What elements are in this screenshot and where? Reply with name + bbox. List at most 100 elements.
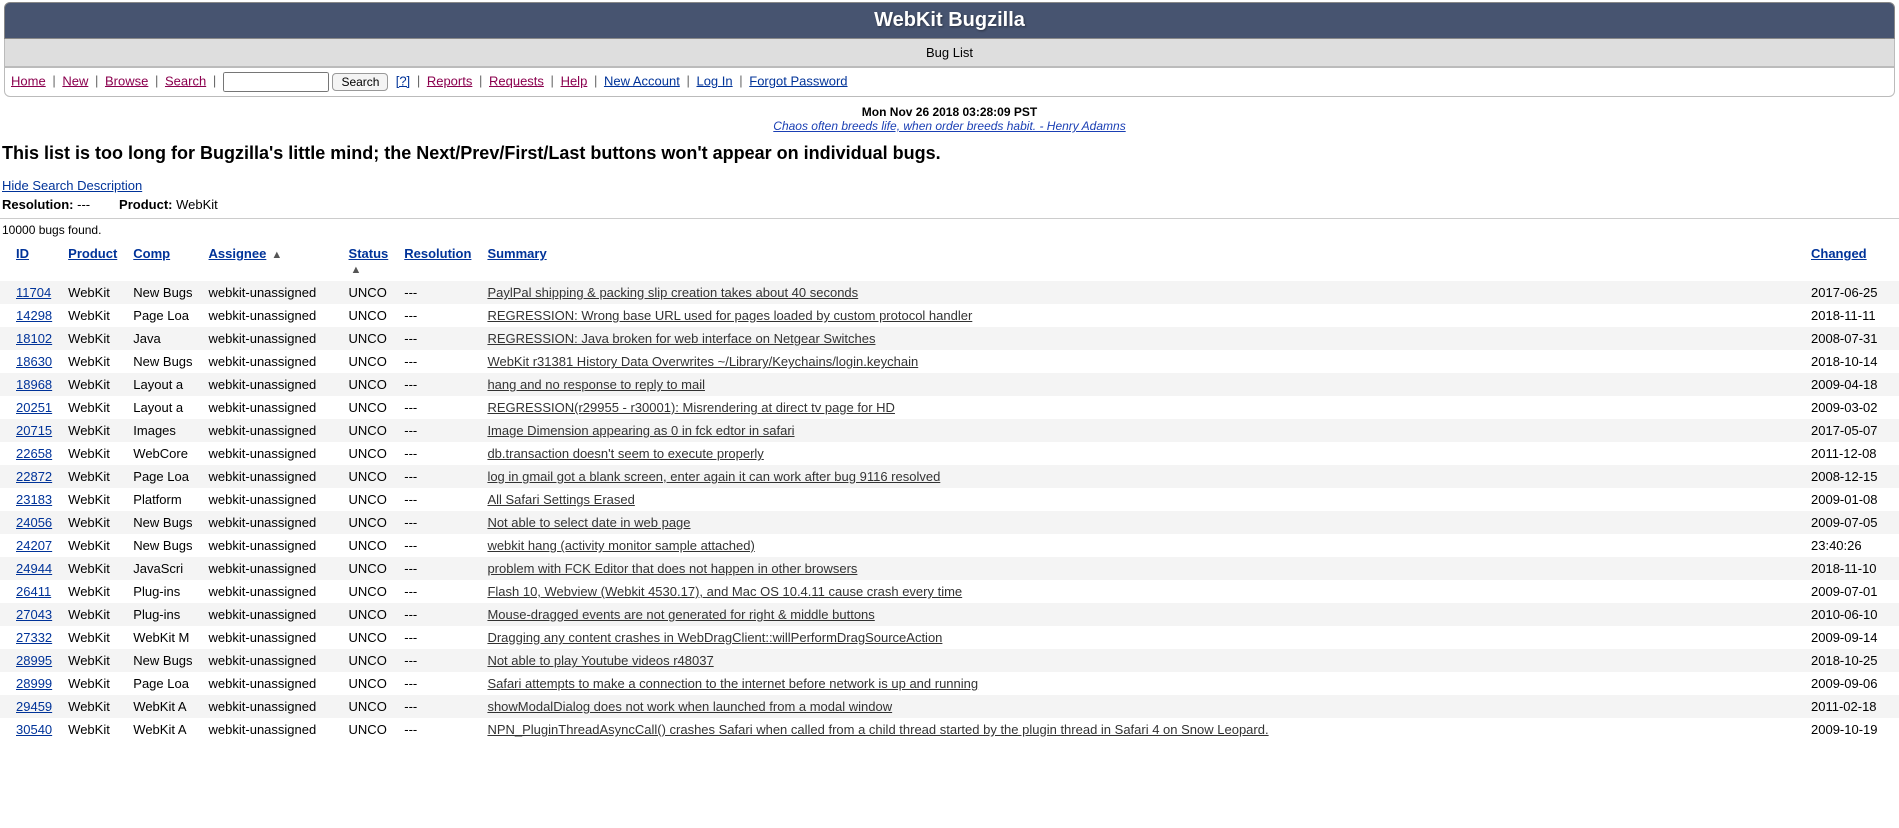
bug-summary-link[interactable]: Image Dimension appearing as 0 in fck ed…	[487, 423, 794, 438]
col-resolution[interactable]: Resolution	[404, 246, 471, 261]
bug-summary-link[interactable]: Dragging any content crashes in WebDragC…	[487, 630, 942, 645]
bug-status: UNCO	[341, 304, 397, 327]
bug-summary-link[interactable]: Flash 10, Webview (Webkit 4530.17), and …	[487, 584, 962, 599]
bug-id-link[interactable]: 27332	[16, 630, 52, 645]
bug-resolution: ---	[396, 396, 479, 419]
table-row: 14298WebKitPage Loawebkit-unassignedUNCO…	[0, 304, 1899, 327]
bug-id-link[interactable]: 23183	[16, 492, 52, 507]
bug-id-link[interactable]: 18968	[16, 377, 52, 392]
nav-home[interactable]: Home	[11, 73, 46, 88]
bug-id-link[interactable]: 29459	[16, 699, 52, 714]
bug-product: WebKit	[60, 350, 125, 373]
bug-id-link[interactable]: 24944	[16, 561, 52, 576]
nav-help[interactable]: Help	[561, 73, 588, 88]
table-row: 26411WebKitPlug-inswebkit-unassignedUNCO…	[0, 580, 1899, 603]
nav-reports[interactable]: Reports	[427, 73, 473, 88]
col-product[interactable]: Product	[68, 246, 117, 261]
bug-summary-link[interactable]: REGRESSION(r29955 - r30001): Misrenderin…	[487, 400, 895, 415]
bug-resolution: ---	[396, 304, 479, 327]
col-assignee[interactable]: Assignee	[209, 246, 267, 261]
bug-resolution: ---	[396, 534, 479, 557]
bug-changed: 2008-07-31	[1803, 327, 1899, 350]
sort-up-icon: ▲	[268, 249, 282, 261]
table-row: 20251WebKitLayout awebkit-unassignedUNCO…	[0, 396, 1899, 419]
table-row: 24944WebKitJavaScriwebkit-unassignedUNCO…	[0, 557, 1899, 580]
bug-summary-link[interactable]: Mouse-dragged events are not generated f…	[487, 607, 874, 622]
bug-summary-link[interactable]: hang and no response to reply to mail	[487, 377, 705, 392]
bug-id-link[interactable]: 11704	[16, 285, 51, 300]
table-row: 11704WebKitNew Bugswebkit-unassignedUNCO…	[0, 281, 1899, 304]
table-row: 28995WebKitNew Bugswebkit-unassignedUNCO…	[0, 649, 1899, 672]
bug-summary-link[interactable]: NPN_PluginThreadAsyncCall() crashes Safa…	[487, 722, 1268, 737]
bug-summary-link[interactable]: Not able to play Youtube videos r48037	[487, 653, 713, 668]
bug-id-link[interactable]: 24056	[16, 515, 52, 530]
bug-changed: 2017-06-25	[1803, 281, 1899, 304]
col-comp[interactable]: Comp	[133, 246, 170, 261]
bug-summary-link[interactable]: PaylPal shipping & packing slip creation…	[487, 285, 858, 300]
bug-assignee: webkit-unassigned	[201, 304, 341, 327]
bug-changed: 2018-11-11	[1803, 304, 1899, 327]
bug-product: WebKit	[60, 695, 125, 718]
bug-assignee: webkit-unassigned	[201, 557, 341, 580]
quote-link[interactable]: Chaos often breeds life, when order bree…	[773, 119, 1125, 133]
bug-comp: Page Loa	[125, 465, 200, 488]
bug-comp: New Bugs	[125, 649, 200, 672]
nav-search-link[interactable]: Search	[165, 73, 206, 88]
col-summary[interactable]: Summary	[487, 246, 546, 261]
bug-summary-link[interactable]: WebKit r31381 History Data Overwrites ~/…	[487, 354, 918, 369]
bug-summary-link[interactable]: log in gmail got a blank screen, enter a…	[487, 469, 940, 484]
bug-id-link[interactable]: 30540	[16, 722, 52, 737]
search-button[interactable]: Search	[332, 73, 388, 91]
nav-login[interactable]: Log In	[696, 73, 732, 88]
site-title: WebKit Bugzilla	[5, 9, 1894, 32]
table-row: 27332WebKitWebKit Mwebkit-unassignedUNCO…	[0, 626, 1899, 649]
table-row: 18630WebKitNew Bugswebkit-unassignedUNCO…	[0, 350, 1899, 373]
nav-new-account[interactable]: New Account	[604, 73, 680, 88]
bug-summary-link[interactable]: Safari attempts to make a connection to …	[487, 676, 978, 691]
bug-summary-link[interactable]: db.transaction doesn't seem to execute p…	[487, 446, 763, 461]
bug-summary-link[interactable]: REGRESSION: Wrong base URL used for page…	[487, 308, 972, 323]
bug-resolution: ---	[396, 327, 479, 350]
nav-browse[interactable]: Browse	[105, 73, 148, 88]
bug-status: UNCO	[341, 695, 397, 718]
bug-summary-link[interactable]: Not able to select date in web page	[487, 515, 690, 530]
bug-id-link[interactable]: 14298	[16, 308, 52, 323]
search-input[interactable]	[223, 72, 329, 92]
bug-id-link[interactable]: 22872	[16, 469, 52, 484]
separator: |	[551, 73, 554, 88]
bug-id-link[interactable]: 20251	[16, 400, 52, 415]
divider	[0, 218, 1899, 219]
bug-id-link[interactable]: 26411	[16, 584, 51, 599]
bug-product: WebKit	[60, 557, 125, 580]
bug-id-link[interactable]: 28995	[16, 653, 52, 668]
bug-summary-link[interactable]: All Safari Settings Erased	[487, 492, 634, 507]
bug-summary-link[interactable]: showModalDialog does not work when launc…	[487, 699, 892, 714]
bug-id-link[interactable]: 18630	[16, 354, 52, 369]
bug-status: UNCO	[341, 603, 397, 626]
bug-comp: WebKit A	[125, 695, 200, 718]
table-row: 24056WebKitNew Bugswebkit-unassignedUNCO…	[0, 511, 1899, 534]
bug-id-link[interactable]: 20715	[16, 423, 52, 438]
nav-help-q[interactable]: [?]	[396, 73, 410, 88]
bug-summary-link[interactable]: REGRESSION: Java broken for web interfac…	[487, 331, 875, 346]
bug-id-link[interactable]: 18102	[16, 331, 52, 346]
timestamp: Mon Nov 26 2018 03:28:09 PST	[862, 105, 1037, 119]
bug-id-link[interactable]: 22658	[16, 446, 52, 461]
bug-id-link[interactable]: 27043	[16, 607, 52, 622]
nav-forgot[interactable]: Forgot Password	[749, 73, 847, 88]
bug-assignee: webkit-unassigned	[201, 603, 341, 626]
resolution-value: ---	[77, 197, 90, 212]
bug-product: WebKit	[60, 396, 125, 419]
col-changed[interactable]: Changed	[1811, 246, 1867, 261]
bug-product: WebKit	[60, 419, 125, 442]
col-id[interactable]: ID	[16, 246, 29, 261]
bug-comp: Plug-ins	[125, 603, 200, 626]
nav-requests[interactable]: Requests	[489, 73, 544, 88]
bug-id-link[interactable]: 24207	[16, 538, 52, 553]
col-status[interactable]: Status	[349, 246, 389, 261]
bug-summary-link[interactable]: problem with FCK Editor that does not ha…	[487, 561, 857, 576]
nav-new[interactable]: New	[62, 73, 88, 88]
bug-summary-link[interactable]: webkit hang (activity monitor sample att…	[487, 538, 754, 553]
bug-id-link[interactable]: 28999	[16, 676, 52, 691]
hide-search-link[interactable]: Hide Search Description	[2, 178, 142, 193]
